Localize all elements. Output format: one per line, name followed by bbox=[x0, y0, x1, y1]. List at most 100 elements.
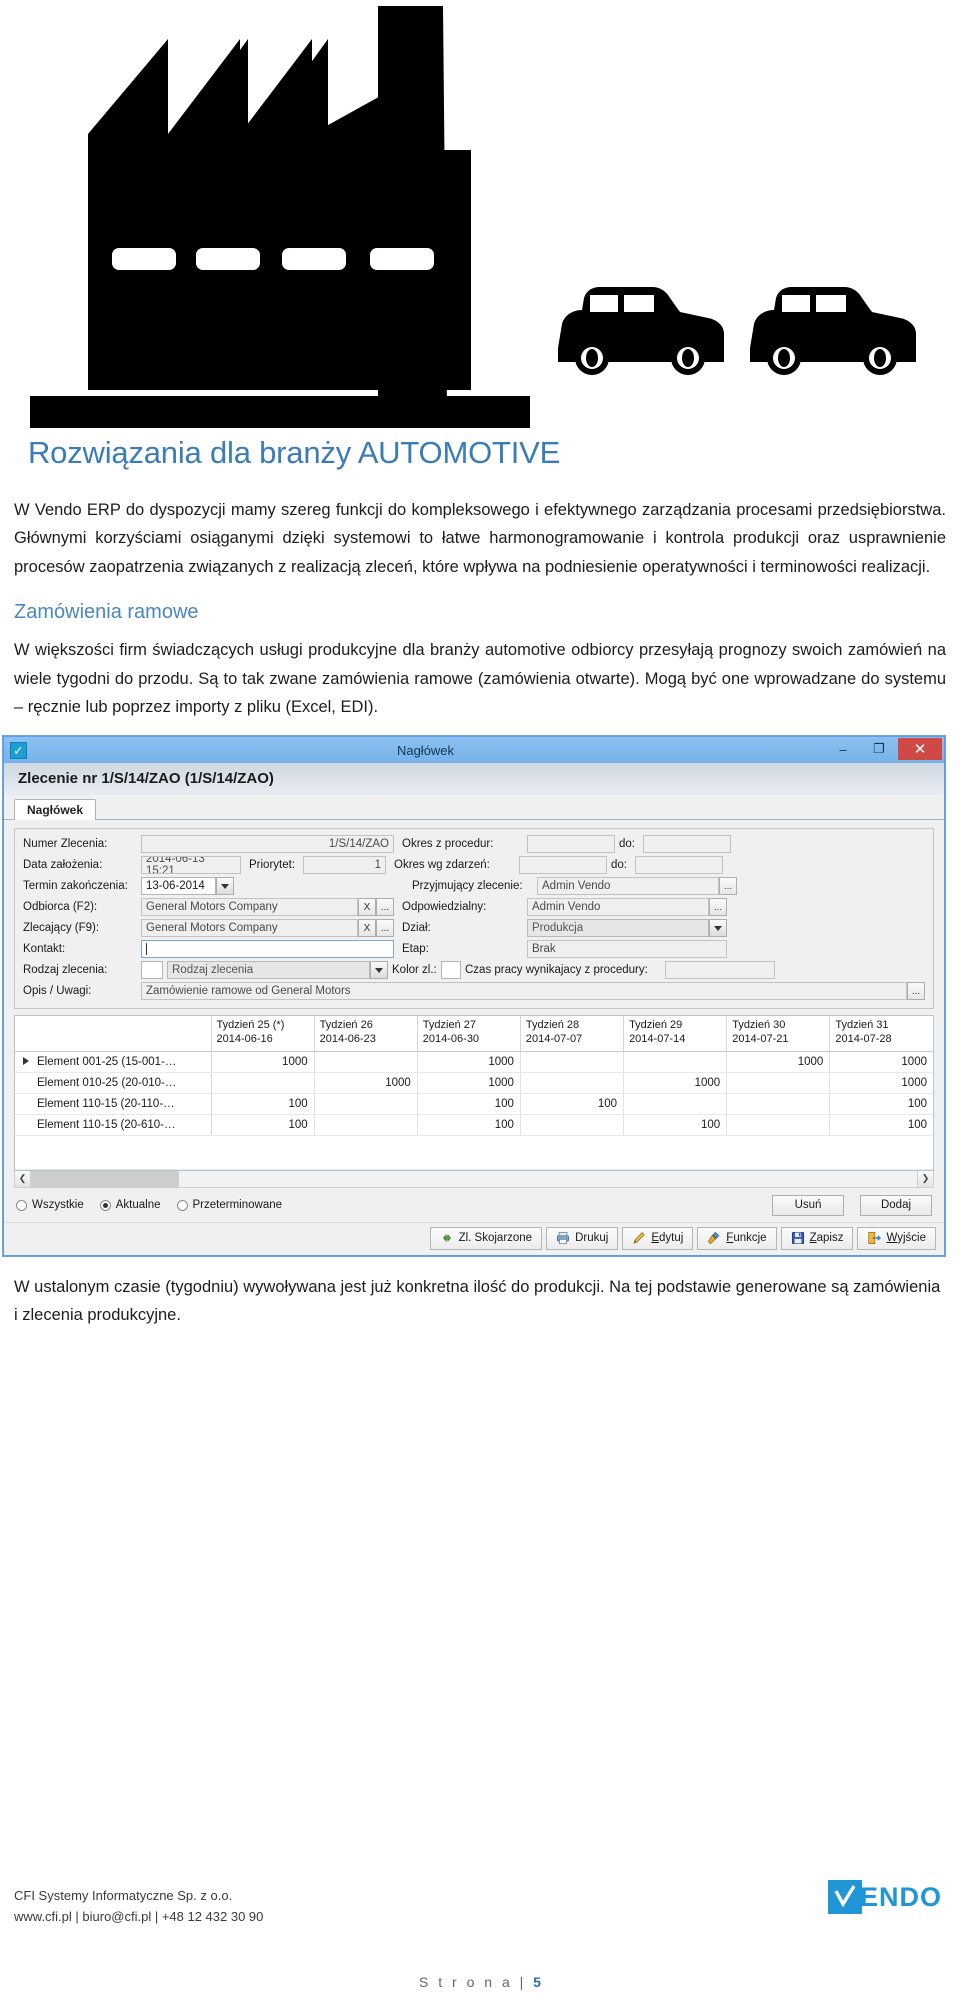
field-przyjmujacy-zlecenie[interactable]: Admin Vendo bbox=[537, 877, 719, 896]
grid-row-label-1[interactable]: Element 010-25 (20-010-… bbox=[15, 1072, 212, 1094]
cell-2-0[interactable]: 100 bbox=[211, 1093, 315, 1115]
radio-przeterminowane[interactable]: Przeterminowane bbox=[176, 1199, 282, 1211]
field-etap[interactable]: Brak bbox=[527, 940, 727, 959]
field-priorytet[interactable]: 1 bbox=[303, 856, 386, 875]
cell-0-6[interactable]: 1000 bbox=[829, 1051, 933, 1073]
scroll-track[interactable] bbox=[31, 1170, 917, 1187]
delete-row-button[interactable]: Usuń bbox=[772, 1194, 844, 1216]
scroll-left-icon[interactable]: ❮ bbox=[15, 1170, 31, 1187]
field-kolor-zl[interactable] bbox=[441, 961, 461, 980]
dzial-dropdown-button[interactable] bbox=[709, 919, 727, 938]
section-subtitle: Zamówienia ramowe bbox=[14, 601, 199, 624]
drukuj-button[interactable]: Drukuj bbox=[546, 1226, 619, 1250]
cell-1-6[interactable]: 1000 bbox=[829, 1072, 933, 1094]
table-row[interactable]: Element 110-15 (20-610-… 100 100 100 100 bbox=[15, 1114, 933, 1136]
rodzaj-dropdown-button[interactable] bbox=[370, 961, 388, 980]
cell-3-3[interactable] bbox=[520, 1114, 625, 1136]
scroll-thumb[interactable] bbox=[31, 1170, 179, 1187]
cell-1-3[interactable] bbox=[520, 1072, 625, 1094]
field-rodzaj-code[interactable] bbox=[141, 961, 163, 980]
field-kontakt[interactable] bbox=[141, 940, 394, 959]
grid-horizontal-scrollbar[interactable]: ❮ ❯ bbox=[14, 1170, 934, 1188]
zlecajacy-clear-button[interactable]: X bbox=[358, 919, 376, 938]
grid-col-week-2[interactable]: Tydzień 27 2014-06-30 bbox=[417, 1016, 521, 1052]
forecast-grid[interactable]: Tydzień 25 (*) 2014-06-16 Tydzień 26 201… bbox=[14, 1015, 934, 1171]
cell-2-3[interactable]: 100 bbox=[520, 1093, 625, 1115]
cell-2-4[interactable] bbox=[623, 1093, 728, 1115]
grid-row-label-0[interactable]: Element 001-25 (15-001-… bbox=[15, 1051, 212, 1073]
field-rodzaj-zlecenia[interactable]: Rodzaj zlecenia bbox=[167, 961, 370, 980]
edytuj-button[interactable]: Edytuj bbox=[622, 1226, 694, 1250]
termin-dropdown-button[interactable] bbox=[216, 877, 234, 896]
cell-2-1[interactable] bbox=[314, 1093, 418, 1115]
odpowiedzialny-browse-button[interactable]: ... bbox=[709, 898, 727, 917]
zl-skojarzone-button[interactable]: Zl. Skojarzone bbox=[429, 1226, 543, 1250]
cell-1-5[interactable] bbox=[726, 1072, 831, 1094]
field-dzial[interactable]: Produkcja bbox=[527, 919, 709, 938]
field-czas-pracy[interactable] bbox=[665, 961, 775, 980]
cell-1-2[interactable]: 1000 bbox=[417, 1072, 521, 1094]
cell-0-5[interactable]: 1000 bbox=[726, 1051, 831, 1073]
cell-0-3[interactable] bbox=[520, 1051, 625, 1073]
field-okres-zdarzen-to[interactable] bbox=[635, 856, 723, 875]
table-row[interactable]: Element 110-15 (20-110-… 100 100 100 100 bbox=[15, 1093, 933, 1115]
cell-3-6[interactable]: 100 bbox=[829, 1114, 933, 1136]
field-odbiorca[interactable]: General Motors Company bbox=[141, 898, 358, 917]
field-okres-procedur-from[interactable] bbox=[527, 835, 615, 854]
radio-wszystkie[interactable]: Wszystkie bbox=[16, 1199, 84, 1211]
field-okres-zdarzen-from[interactable] bbox=[519, 856, 607, 875]
cell-3-5[interactable] bbox=[726, 1114, 831, 1136]
field-opis-uwagi[interactable]: Zamówienie ramowe od General Motors bbox=[141, 982, 907, 1001]
wyjscie-button[interactable]: Wyjście bbox=[857, 1226, 936, 1250]
minimize-button[interactable]: – bbox=[826, 738, 860, 760]
grid-row-label-2[interactable]: Element 110-15 (20-110-… bbox=[15, 1093, 212, 1115]
grid-col-week-4[interactable]: Tydzień 29 2014-07-14 bbox=[623, 1016, 728, 1052]
maximize-button[interactable]: ❐ bbox=[862, 738, 896, 760]
cell-3-4[interactable]: 100 bbox=[623, 1114, 728, 1136]
expand-arrow-icon[interactable] bbox=[23, 1056, 29, 1065]
window-checkbox-icon[interactable]: ✓ bbox=[10, 741, 27, 759]
odbiorca-browse-button[interactable]: ... bbox=[376, 898, 394, 917]
cell-0-4[interactable] bbox=[623, 1051, 728, 1073]
cell-0-1[interactable] bbox=[314, 1051, 418, 1073]
table-row[interactable]: Element 010-25 (20-010-… 1000 1000 1000 … bbox=[15, 1072, 933, 1094]
add-row-button[interactable]: Dodaj bbox=[860, 1194, 932, 1216]
cell-1-1[interactable]: 1000 bbox=[314, 1072, 418, 1094]
cell-3-0[interactable]: 100 bbox=[211, 1114, 315, 1136]
grid-row-label-3[interactable]: Element 110-15 (20-610-… bbox=[15, 1114, 212, 1136]
cell-3-1[interactable] bbox=[314, 1114, 418, 1136]
grid-col-week-3[interactable]: Tydzień 28 2014-07-07 bbox=[520, 1016, 625, 1052]
cell-2-6[interactable]: 100 bbox=[829, 1093, 933, 1115]
scroll-right-icon[interactable]: ❯ bbox=[917, 1170, 933, 1187]
grid-filter-bar: Wszystkie Aktualne Przeterminowane Usuń … bbox=[4, 1187, 944, 1223]
tab-naglowek[interactable]: Nagłówek bbox=[14, 799, 97, 821]
close-button[interactable]: ✕ bbox=[898, 738, 942, 761]
zlecajacy-browse-button[interactable]: ... bbox=[376, 919, 394, 938]
grid-col-week-5[interactable]: Tydzień 30 2014-07-21 bbox=[726, 1016, 831, 1052]
field-data-zalozenia[interactable]: 2014-06-13 15:21 bbox=[141, 856, 241, 875]
funkcje-button[interactable]: Funkcje bbox=[697, 1226, 777, 1250]
cell-2-5[interactable] bbox=[726, 1093, 831, 1115]
field-odpowiedzialny[interactable]: Admin Vendo bbox=[527, 898, 709, 917]
field-termin-zakonczenia[interactable]: 13-06-2014 bbox=[141, 877, 216, 896]
table-row[interactable]: Element 001-25 (15-001-… 1000 1000 1000 … bbox=[15, 1051, 933, 1073]
cell-1-4[interactable]: 1000 bbox=[623, 1072, 728, 1094]
cell-2-2[interactable]: 100 bbox=[417, 1093, 521, 1115]
cell-0-2[interactable]: 1000 bbox=[417, 1051, 521, 1073]
grid-col-week-0[interactable]: Tydzień 25 (*) 2014-06-16 bbox=[211, 1016, 315, 1052]
grid-col-week-1[interactable]: Tydzień 26 2014-06-23 bbox=[314, 1016, 418, 1052]
cell-0-0[interactable]: 1000 bbox=[211, 1051, 315, 1073]
field-zlecajacy[interactable]: General Motors Company bbox=[141, 919, 358, 938]
label-rodzaj-zlecenia: Rodzaj zlecenia: bbox=[23, 964, 108, 977]
odbiorca-clear-button[interactable]: X bbox=[358, 898, 376, 917]
field-okres-procedur-to[interactable] bbox=[643, 835, 731, 854]
window-title: Nagłówek bbox=[396, 742, 455, 758]
przyjmujacy-browse-button[interactable]: ... bbox=[719, 877, 737, 896]
cell-3-2[interactable]: 100 bbox=[417, 1114, 521, 1136]
radio-aktualne[interactable]: Aktualne bbox=[99, 1199, 161, 1211]
cell-1-0[interactable] bbox=[211, 1072, 315, 1094]
field-numer-zlecenia[interactable]: 1/S/14/ZAO bbox=[141, 835, 394, 854]
grid-col-week-6[interactable]: Tydzień 31 2014-07-28 bbox=[829, 1016, 933, 1052]
zapisz-button[interactable]: Zapisz bbox=[780, 1226, 854, 1250]
opis-browse-button[interactable]: ... bbox=[907, 982, 925, 1001]
